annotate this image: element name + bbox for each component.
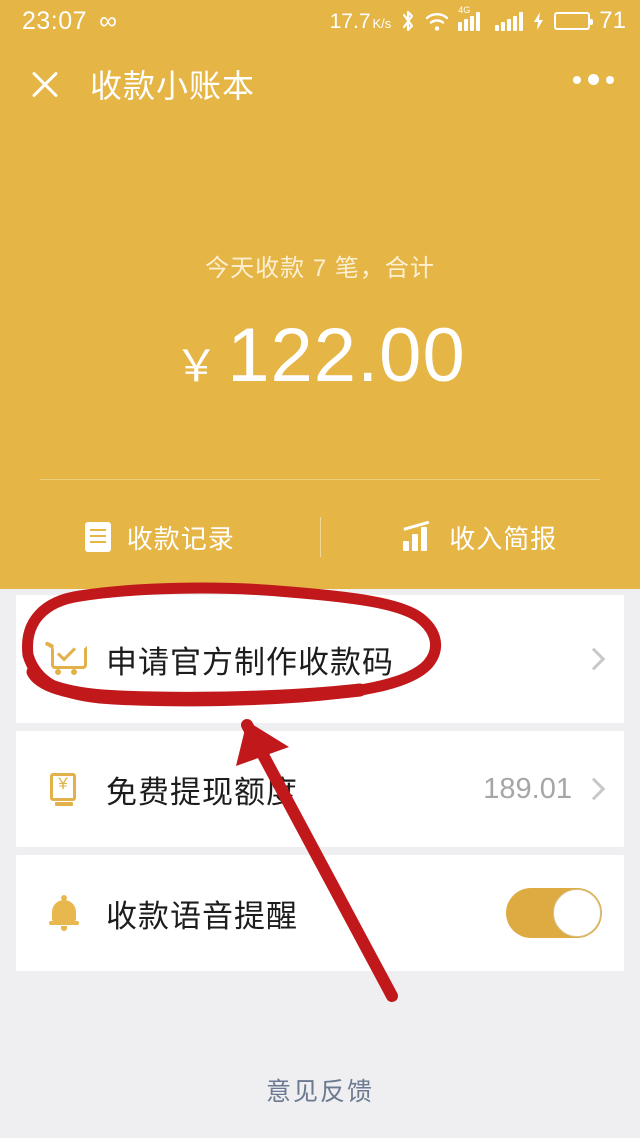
list-item-apply-qr-label: 申请官方制作收款码 [106, 644, 394, 680]
network-speed-unit: K/s [372, 15, 392, 31]
card-apply-qr: 申请官方制作收款码 [16, 595, 624, 723]
summary-amount: ￥ 122.00 [0, 318, 640, 394]
status-bar-right: 17.7 K/s 4G 71 [330, 0, 626, 42]
more-dot-2 [588, 74, 599, 85]
status-bar-left: 23:07 ∞ [22, 6, 117, 35]
battery-percent-label: 71 [599, 7, 626, 34]
page-title: 收款小账本 [90, 68, 256, 104]
chevron-right-icon [582, 647, 606, 671]
navigation-bar: 收款小账本 [0, 48, 640, 120]
record-document-icon [84, 522, 111, 552]
toggle-switch-voice-alert[interactable] [506, 888, 602, 938]
list-item-voice-alert-label: 收款语音提醒 [106, 898, 298, 934]
phone-screen: 23:07 ∞ 17.7 K/s 4G 71 收款小账本 今天收款 7 笔，合计… [0, 0, 640, 1138]
bar-chart-icon [403, 520, 433, 551]
more-dot-3 [606, 75, 614, 84]
card-voice-alert: 收款语音提醒 [16, 855, 624, 971]
signal-bars-sim2-icon [495, 11, 524, 31]
network-speed-indicator: 17.7 K/s [330, 11, 392, 32]
chart-trend-arrow [403, 520, 433, 543]
header-tabs: 收款记录 收入简报 [0, 506, 640, 568]
list-item-voice-alert[interactable]: 收款语音提醒 [16, 855, 624, 971]
card-free-withdraw: ¥ 免费提现额度 189.01 [16, 731, 624, 847]
tab-payment-records-label: 收款记录 [126, 523, 235, 554]
atm-yen-icon: ¥ [42, 771, 86, 807]
gold-header-region: 23:07 ∞ 17.7 K/s 4G 71 收款小账本 今天收款 7 笔，合计… [0, 0, 640, 589]
summary-subtitle: 今天收款 7 笔，合计 [205, 255, 435, 282]
more-options-icon[interactable] [573, 74, 614, 85]
battery-icon [554, 12, 594, 30]
amount-value: 122.00 [227, 313, 466, 398]
list-item-apply-qr[interactable]: 申请官方制作收款码 [16, 595, 624, 723]
close-icon[interactable] [26, 65, 64, 103]
free-withdraw-value: 189.01 [483, 772, 572, 805]
signal-bars-sim1-icon: 4G [458, 5, 486, 31]
more-dot-1 [573, 75, 581, 84]
bluetooth-icon [403, 10, 414, 32]
list-item-free-withdraw[interactable]: ¥ 免费提现额度 189.01 [16, 731, 624, 847]
infinity-icon: ∞ [99, 6, 117, 35]
shopping-cart-icon [42, 641, 87, 675]
header-divider [40, 479, 600, 480]
status-time: 23:07 [22, 6, 88, 35]
list-item-free-withdraw-label: 免费提现额度 [106, 774, 298, 810]
feedback-link[interactable]: 意见反馈 [0, 1072, 640, 1108]
network-type-label: 4G [458, 4, 471, 15]
network-speed-value: 17.7 [329, 9, 371, 33]
charging-bolt-icon [534, 12, 544, 30]
tab-income-report-label: 收入简报 [449, 523, 558, 554]
currency-symbol: ￥ [174, 342, 219, 391]
status-bar: 23:07 ∞ 17.7 K/s 4G 71 [0, 0, 640, 42]
chevron-right-icon [582, 777, 606, 801]
toggle-knob [553, 889, 601, 937]
tab-income-report[interactable]: 收入简报 [321, 519, 640, 556]
wifi-icon [426, 12, 449, 31]
bell-icon [42, 895, 86, 931]
tab-payment-records[interactable]: 收款记录 [0, 519, 320, 556]
